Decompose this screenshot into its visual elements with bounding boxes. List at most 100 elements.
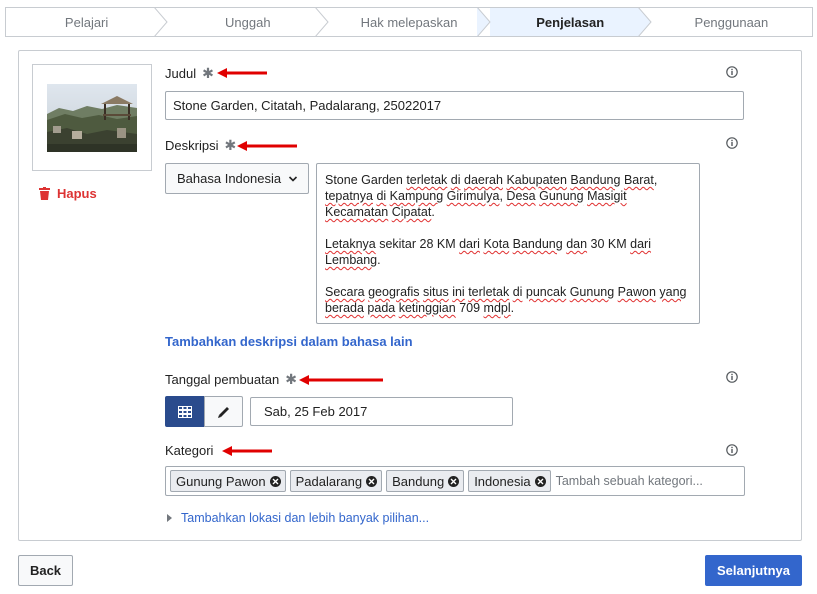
info-icon[interactable] [726, 444, 738, 456]
more-options-link[interactable]: Tambahkan lokasi dan lebih banyak piliha… [167, 511, 429, 525]
text: berada [325, 301, 364, 315]
file-details-panel: Hapus Judul ✱ Stone Garden, Citatah, Pad… [18, 50, 802, 541]
required-asterisk: ✱ [202, 65, 214, 81]
text: di [512, 285, 523, 299]
step-label: Penjelasan [536, 14, 605, 30]
description-language-select[interactable]: Bahasa Indonesia [165, 163, 309, 194]
back-button[interactable]: Back [18, 555, 73, 586]
text: di [376, 189, 387, 203]
text: pada [367, 301, 396, 315]
remove-circle-icon[interactable] [269, 475, 281, 487]
calendar-icon [177, 405, 192, 418]
text: Pawon [617, 285, 656, 299]
step-unggah: Unggah [167, 8, 330, 36]
category-tag[interactable]: Padalarang [289, 470, 383, 492]
description-paragraph-2: Letaknya sekitar 28 KM dari Kota Bandung… [325, 236, 691, 268]
text: Kecamatan [325, 205, 389, 219]
text: Gunung [569, 285, 615, 299]
annotation-arrow [237, 141, 297, 151]
step-label: Pelajari [64, 14, 109, 30]
text: . [377, 253, 381, 267]
text: 30 KM [587, 237, 631, 251]
text: Letaknya [325, 237, 376, 251]
triangle-right-icon [167, 514, 172, 522]
category-tag[interactable]: Bandung [386, 470, 465, 492]
text: Lembang [325, 253, 378, 267]
text: dan [566, 237, 588, 251]
remove-circle-icon[interactable] [534, 475, 546, 487]
category-tag-label: Gunung Pawon [176, 473, 266, 489]
step-label: Penggunaan [694, 14, 769, 30]
category-tag[interactable]: Gunung Pawon [170, 470, 286, 492]
category-field-label: Kategori [165, 443, 213, 458]
annotation-arrow [222, 446, 272, 456]
step-separator [315, 8, 330, 36]
step-label: Hak melepaskan [360, 14, 458, 30]
info-icon[interactable] [726, 371, 738, 383]
pencil-icon [217, 406, 229, 418]
text: 709 [455, 301, 484, 315]
text: puncak [525, 285, 567, 299]
category-tag-label: Padalarang [295, 473, 363, 489]
text: mdpl [483, 301, 511, 315]
text: Barat [623, 173, 654, 187]
step-hak-melepaskan: Hak melepaskan [328, 8, 491, 36]
manual-entry-button[interactable] [204, 396, 243, 427]
text: Kampung [389, 189, 444, 203]
delete-file-link[interactable]: Hapus [39, 186, 97, 201]
remove-circle-icon[interactable] [448, 475, 460, 487]
category-tag-label: Indonesia [474, 473, 531, 489]
text: . [510, 301, 515, 315]
text: tepatnya [325, 189, 373, 203]
text: Bandung [512, 237, 563, 251]
next-button[interactable]: Selanjutnya [705, 555, 802, 586]
step-pelajari: Pelajari [6, 8, 168, 36]
landscape-thumbnail-image [47, 83, 137, 152]
add-description-language-link[interactable]: Tambahkan deskripsi dalam bahasa lain [165, 334, 413, 349]
description-textarea[interactable]: Stone Garden terletak di daerah Kabupate… [316, 163, 700, 324]
step-penjelasan: Penjelasan [489, 8, 652, 36]
description-label-text: Deskripsi [165, 138, 219, 153]
text: . [431, 205, 435, 219]
text: Kota [483, 237, 510, 251]
info-icon[interactable] [726, 66, 738, 78]
text: Bandung [570, 173, 621, 187]
text: yang [659, 285, 687, 299]
text: Gunung [539, 189, 584, 203]
description-paragraph-3: Secara geografis situs ini terletak di p… [325, 284, 691, 316]
text: Kabupaten [506, 173, 567, 187]
date-input[interactable]: Sab, 25 Feb 2017 [250, 397, 513, 426]
file-thumbnail [32, 64, 152, 171]
text: , [653, 173, 658, 187]
remove-circle-icon[interactable] [366, 475, 378, 487]
calendar-mode-button[interactable] [165, 396, 204, 427]
date-label-text: Tanggal pembuatan [165, 372, 280, 387]
language-value: Bahasa Indonesia [177, 171, 282, 186]
text: ini [452, 285, 465, 299]
required-asterisk: ✱ [224, 137, 237, 153]
category-tag[interactable]: Indonesia [468, 470, 551, 492]
text: Girimulya [446, 189, 500, 203]
category-label-text: Kategori [165, 443, 214, 458]
chevron-down-icon [288, 176, 298, 182]
text: geografis [368, 285, 420, 299]
text: Stone Garden [325, 173, 407, 187]
text: sekitar 28 KM [375, 237, 460, 251]
info-icon[interactable] [726, 137, 738, 149]
upload-steps: Pelajari Unggah Hak melepaskan Penjelasa… [5, 7, 813, 37]
description-paragraph-1: Stone Garden terletak di daerah Kabupate… [325, 172, 691, 220]
step-label: Unggah [225, 14, 271, 30]
required-asterisk: ✱ [285, 371, 297, 387]
category-placeholder[interactable]: Tambah sebuah kategori... [556, 474, 703, 488]
text: Masigit [587, 189, 627, 203]
date-value: Sab, 25 Feb 2017 [264, 404, 368, 419]
text: dari [630, 237, 651, 251]
category-input[interactable]: Gunung Pawon Padalarang Bandung Indonesi… [165, 466, 745, 496]
step-separator [154, 8, 168, 36]
title-input[interactable]: Stone Garden, Citatah, Padalarang, 25022… [165, 91, 744, 120]
text: daerah [464, 173, 503, 187]
annotation-arrow [299, 375, 383, 385]
text: Secara [325, 285, 365, 299]
text: Desa [506, 189, 536, 203]
text: ketinggian [398, 301, 456, 315]
